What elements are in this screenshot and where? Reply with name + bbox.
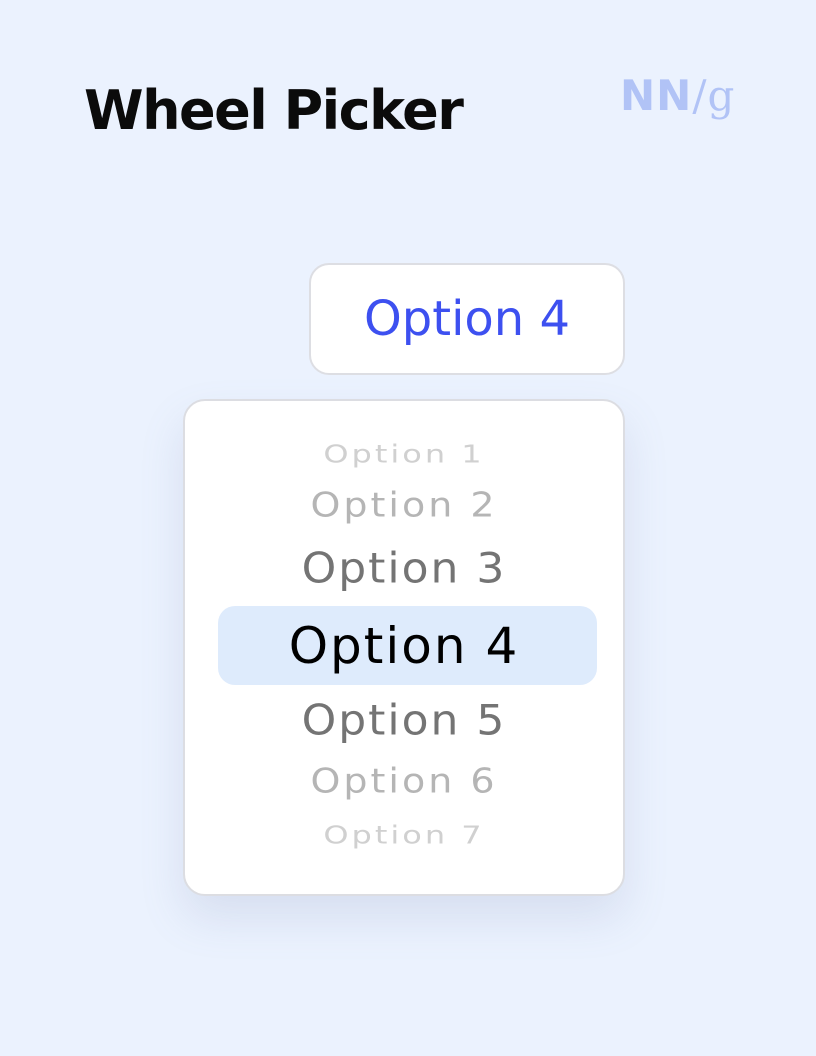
selected-option-field[interactable]: Option 4 bbox=[309, 263, 625, 375]
nngroup-logo: NN/g bbox=[620, 70, 735, 122]
picker-option-3[interactable]: Option 3 bbox=[185, 544, 623, 594]
picker-option-2[interactable]: Option 2 bbox=[185, 486, 623, 525]
logo-nn: NN bbox=[620, 71, 693, 120]
picker-option-5[interactable]: Option 5 bbox=[185, 696, 623, 746]
selected-option-value: Option 4 bbox=[364, 291, 570, 347]
page-title: Wheel Picker bbox=[84, 79, 464, 142]
picker-option-7[interactable]: Option 7 bbox=[185, 820, 623, 850]
picker-option-6[interactable]: Option 6 bbox=[185, 762, 623, 801]
picker-option-1[interactable]: Option 1 bbox=[185, 439, 623, 469]
wheel-picker[interactable]: Option 1 Option 2 Option 3 Option 4 Opti… bbox=[183, 399, 625, 896]
logo-slash: / bbox=[692, 71, 708, 120]
logo-g: g bbox=[707, 71, 736, 120]
picker-option-4-selected[interactable]: Option 4 bbox=[185, 616, 623, 676]
